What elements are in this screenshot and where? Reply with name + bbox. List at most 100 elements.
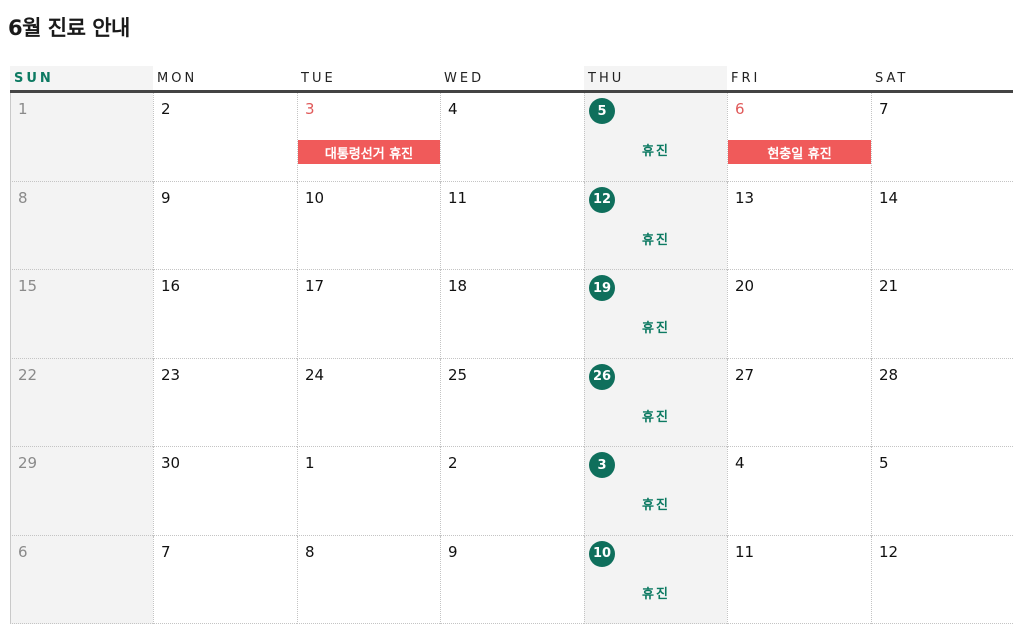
- calendar-day-cell: 6 현충일 휴진: [727, 93, 871, 182]
- closed-day-badge: 5: [589, 98, 615, 124]
- day-number: 30: [161, 454, 181, 472]
- day-number: 27: [735, 365, 755, 384]
- calendar-day-cell: 6: [10, 535, 153, 624]
- calendar-day-cell: 13: [727, 181, 871, 270]
- calendar-day-cell: 12 휴진: [584, 181, 727, 270]
- day-number: 20: [735, 277, 755, 295]
- closed-label: 휴진: [642, 232, 670, 248]
- day-number: 3: [305, 100, 315, 118]
- closed-label: 휴진: [642, 144, 670, 159]
- day-number: 2: [448, 454, 458, 472]
- closed-day-badge: 26: [589, 363, 615, 390]
- day-number: 18: [448, 277, 468, 295]
- closed-label: 휴진: [642, 498, 670, 513]
- calendar-day-cell: 20: [727, 270, 871, 359]
- weekday-header: SUN MON TUE WED THU FRI SAT: [10, 66, 1013, 93]
- weekday-fri: FRI: [731, 71, 761, 86]
- day-number: 11: [735, 542, 755, 561]
- day-number: 12: [879, 542, 899, 561]
- closed-day-badge: 12: [589, 186, 615, 213]
- day-number: 5: [879, 454, 889, 472]
- calendar-day-cell: 22: [10, 358, 153, 447]
- day-number: 25: [448, 365, 468, 384]
- day-number: 24: [305, 365, 325, 384]
- calendar-day-cell: 3 휴진: [584, 447, 727, 536]
- day-number: 10: [305, 188, 325, 207]
- calendar-day-cell: 23: [153, 358, 297, 447]
- day-number: 2: [161, 100, 171, 118]
- page-title: 6월 진료 안내: [8, 16, 130, 40]
- calendar-day-cell: 9: [153, 181, 297, 270]
- calendar-day-cell: 9: [440, 535, 584, 624]
- day-number: 15: [18, 277, 38, 295]
- weekday-wed: WED: [444, 71, 485, 86]
- calendar-day-cell: 2: [153, 93, 297, 182]
- day-number: 14: [879, 188, 899, 207]
- calendar-day-cell: 7: [153, 535, 297, 624]
- calendar-day-cell: 28: [871, 358, 1013, 447]
- calendar-day-cell: 11: [727, 535, 871, 624]
- calendar-day-cell: 25: [440, 358, 584, 447]
- closed-day-badge: 3: [589, 452, 615, 478]
- calendar-day-cell: 26 휴진: [584, 358, 727, 447]
- calendar-day-cell: 27: [727, 358, 871, 447]
- calendar-day-cell: 5: [871, 447, 1013, 536]
- calendar-day-cell: 8: [297, 535, 440, 624]
- weekday-tue: TUE: [301, 71, 336, 86]
- closed-day-badge: 19: [589, 275, 615, 301]
- day-number: 1: [305, 454, 315, 472]
- day-number: 11: [448, 188, 468, 207]
- calendar-day-cell: 30: [153, 447, 297, 536]
- calendar-day-cell: 17: [297, 270, 440, 359]
- calendar-day-cell: 16: [153, 270, 297, 359]
- calendar-day-cell: 7: [871, 93, 1013, 182]
- day-number: 4: [735, 454, 745, 472]
- calendar-day-cell: 3 대통령선거 휴진: [297, 93, 440, 182]
- day-number: 21: [879, 277, 899, 295]
- day-number: 29: [18, 454, 38, 472]
- calendar-day-cell: 21: [871, 270, 1013, 359]
- calendar-day-cell: 12: [871, 535, 1013, 624]
- calendar-day-cell: 1: [10, 93, 153, 182]
- calendar-day-cell: 11: [440, 181, 584, 270]
- calendar-day-cell: 10 휴진: [584, 535, 727, 624]
- calendar-day-cell: 8: [10, 181, 153, 270]
- calendar-day-cell: 24: [297, 358, 440, 447]
- weekday-mon: MON: [157, 71, 198, 86]
- closed-day-badge: 10: [589, 540, 615, 567]
- day-number: 1: [18, 100, 28, 118]
- day-number: 8: [18, 188, 28, 207]
- holiday-closure-banner: 현충일 휴진: [728, 140, 871, 164]
- calendar-grid: 1 2 3 대통령선거 휴진 4 5 휴진 6 현충일 휴진 7 8 9 10 11 12 휴진 13 14 15 1…: [10, 93, 1013, 624]
- calendar: SUN MON TUE WED THU FRI SAT 1 2 3 대통령선거 휴진 4…: [10, 66, 1013, 624]
- day-number: 13: [735, 188, 755, 207]
- calendar-day-cell: 15: [10, 270, 153, 359]
- closed-label: 휴진: [642, 409, 670, 425]
- day-number: 6: [18, 542, 28, 561]
- calendar-day-cell: 1: [297, 447, 440, 536]
- day-number: 4: [448, 100, 458, 118]
- holiday-closure-banner: 대통령선거 휴진: [298, 140, 440, 164]
- calendar-day-cell: 5 휴진: [584, 93, 727, 182]
- calendar-day-cell: 4: [727, 447, 871, 536]
- day-number: 7: [161, 542, 171, 561]
- weekday-sun: SUN: [10, 66, 153, 90]
- day-number: 22: [18, 365, 38, 384]
- closed-label: 휴진: [642, 321, 670, 336]
- calendar-day-cell: 10: [297, 181, 440, 270]
- day-number: 23: [161, 365, 181, 384]
- day-number: 16: [161, 277, 181, 295]
- calendar-day-cell: 19 휴진: [584, 270, 727, 359]
- calendar-day-cell: 4: [440, 93, 584, 182]
- calendar-day-cell: 14: [871, 181, 1013, 270]
- day-number: 8: [305, 542, 315, 561]
- day-number: 17: [305, 277, 325, 295]
- calendar-day-cell: 29: [10, 447, 153, 536]
- closed-label: 휴진: [642, 586, 670, 602]
- day-number: 28: [879, 365, 899, 384]
- weekday-thu: THU: [584, 66, 727, 90]
- weekday-sat: SAT: [875, 71, 909, 86]
- day-number: 9: [448, 542, 458, 561]
- day-number: 7: [879, 100, 889, 118]
- day-number: 9: [161, 188, 171, 207]
